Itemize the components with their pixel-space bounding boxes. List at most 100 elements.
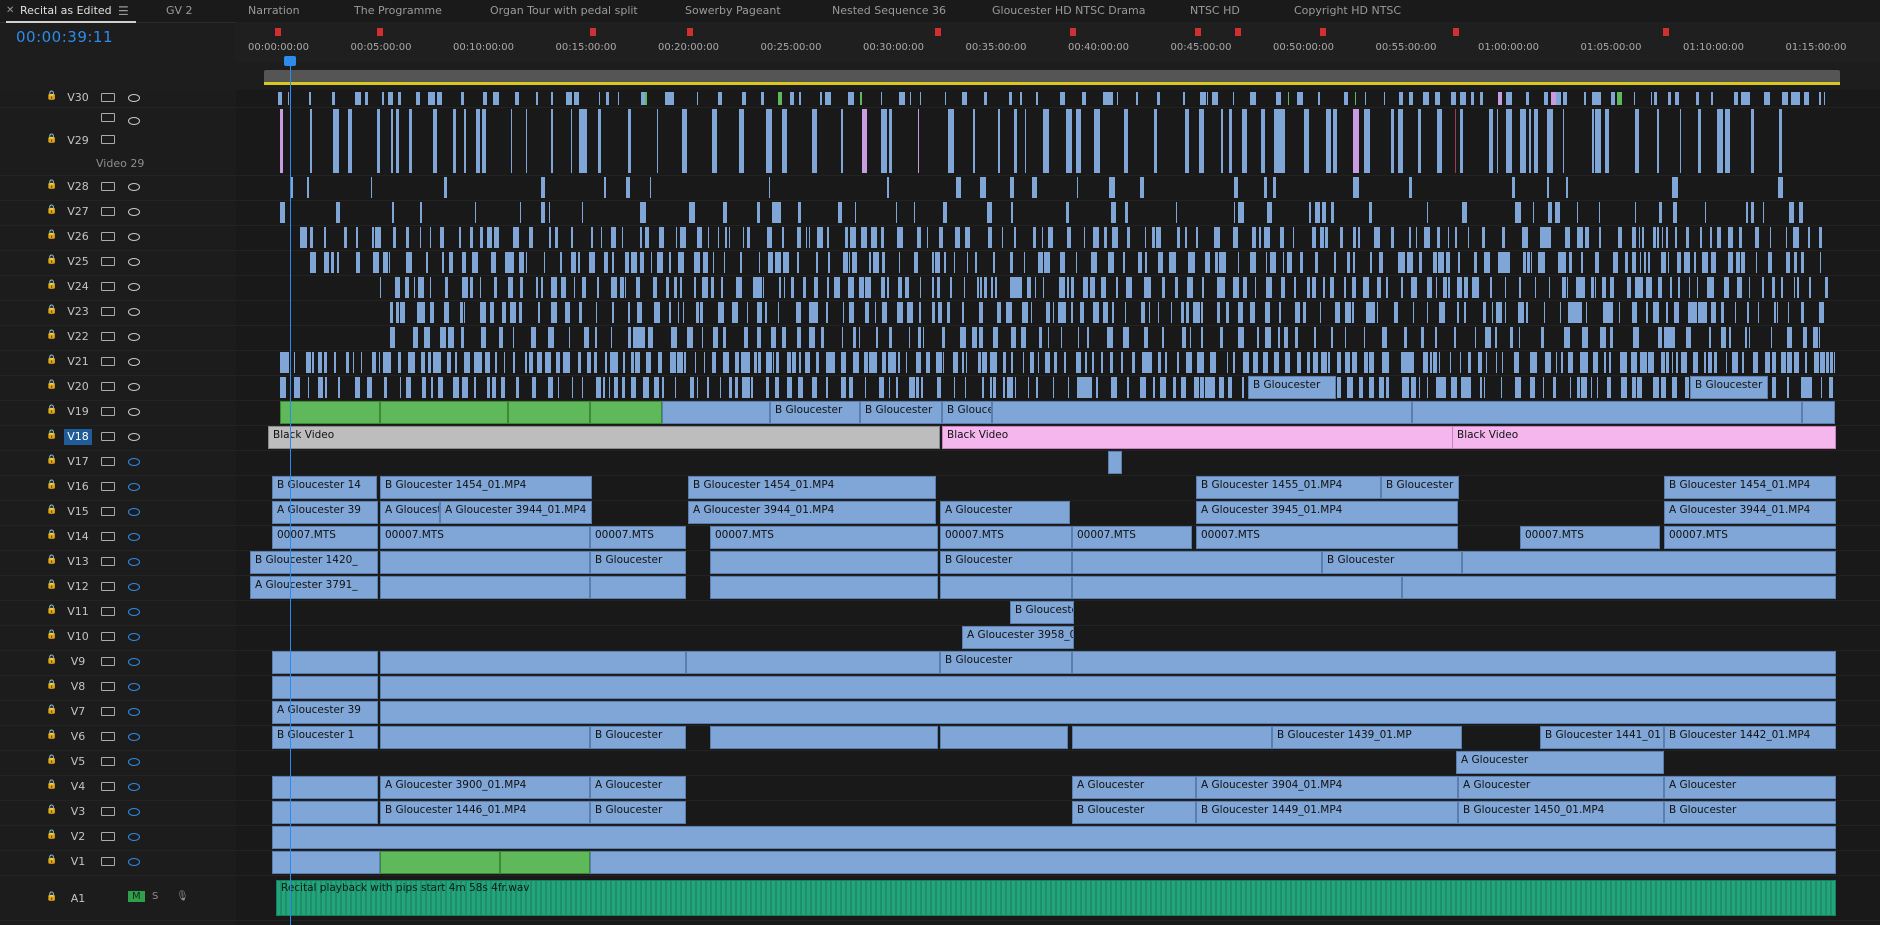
clip-sliver[interactable] xyxy=(943,202,948,223)
clip-sliver[interactable] xyxy=(1127,227,1131,248)
clip-sliver[interactable] xyxy=(1634,92,1636,105)
clip-sliver[interactable] xyxy=(984,92,988,105)
timeline-clip[interactable]: A Gloucester xyxy=(1458,776,1664,799)
clip-sliver[interactable] xyxy=(625,277,627,298)
track-row-v3[interactable]: B Gloucester 1446_01.MP4 B Gloucester B Gl… xyxy=(236,800,1880,826)
clip-sliver[interactable] xyxy=(948,109,955,173)
clip-sliver[interactable] xyxy=(782,252,789,273)
clip-sliver[interactable] xyxy=(1455,109,1457,173)
track-row-v16[interactable]: B Gloucester 14 B Gloucester 1454_01.MP4 B… xyxy=(236,475,1880,501)
eye-hidden-icon[interactable] xyxy=(128,458,140,466)
clip-sliver[interactable] xyxy=(707,227,709,248)
clip-sliver[interactable] xyxy=(1526,92,1530,105)
clip-sliver[interactable] xyxy=(1343,277,1346,298)
clip-sliver[interactable] xyxy=(1129,277,1132,298)
clip-sliver[interactable] xyxy=(899,92,906,105)
track-row-v15[interactable]: A Gloucester 39A GloucesterA Gloucester … xyxy=(236,500,1880,526)
clip-sliver[interactable] xyxy=(1651,352,1654,373)
clip-sliver[interactable] xyxy=(1658,202,1662,223)
clip-sliver[interactable] xyxy=(1070,302,1073,323)
track-name[interactable]: V20 xyxy=(64,379,92,395)
timeline-clip[interactable] xyxy=(1108,451,1122,474)
eye-icon[interactable] xyxy=(128,358,140,366)
clip-sliver[interactable] xyxy=(776,352,780,373)
lock-icon[interactable]: 🔒 xyxy=(46,280,57,290)
clip-sliver[interactable] xyxy=(915,352,921,373)
clip-sliver[interactable] xyxy=(1181,327,1186,348)
clip-sliver[interactable] xyxy=(1409,92,1414,105)
clip-sliver[interactable] xyxy=(1553,377,1557,398)
clip-sliver[interactable] xyxy=(1808,277,1811,298)
clip-sliver[interactable] xyxy=(420,202,422,223)
clip-sliver[interactable] xyxy=(1253,352,1259,373)
clip-sliver[interactable] xyxy=(1250,92,1257,105)
clip-sliver[interactable] xyxy=(802,277,806,298)
clip-sliver[interactable] xyxy=(767,252,773,273)
clip-sliver[interactable] xyxy=(1632,227,1637,248)
clip-sliver[interactable] xyxy=(809,227,811,248)
clip-sliver[interactable] xyxy=(805,227,807,248)
clip-sliver[interactable] xyxy=(936,352,943,373)
clip-sliver[interactable] xyxy=(1358,377,1363,398)
clip-sliver[interactable] xyxy=(1520,109,1527,173)
timeline-clip[interactable]: B Gloucester 1455_01.MP4 xyxy=(1196,476,1381,499)
eye-hidden-icon[interactable] xyxy=(128,658,140,666)
clip-sliver[interactable] xyxy=(1108,252,1115,273)
track-row-v20[interactable]: B Gloucester B Gloucester xyxy=(236,375,1880,401)
clip-sliver[interactable] xyxy=(712,352,717,373)
clip-sliver[interactable] xyxy=(782,227,785,248)
close-tab-icon[interactable]: ✕ xyxy=(6,0,14,22)
clip-sliver[interactable] xyxy=(830,352,835,373)
clip-sliver[interactable] xyxy=(1303,302,1307,323)
timeline-clip[interactable]: B Gloucester 1454_01.MP4 xyxy=(688,476,936,499)
clip-sliver[interactable] xyxy=(1306,352,1310,373)
clip-sliver[interactable] xyxy=(1450,377,1457,398)
timeline-clip[interactable]: A Gloucester 39 xyxy=(272,701,378,724)
clip-sliver[interactable] xyxy=(1517,302,1524,323)
clip-sliver[interactable] xyxy=(1763,92,1770,105)
clip-sliver[interactable] xyxy=(775,377,780,398)
clip-sliver[interactable] xyxy=(1080,302,1085,323)
clip-sliver[interactable] xyxy=(944,92,946,105)
clip-sliver[interactable] xyxy=(996,302,1001,323)
track-header-v15[interactable]: 🔒 V15 xyxy=(0,500,236,526)
track-header-v20[interactable]: 🔒 V20 xyxy=(0,375,236,401)
clip-sliver[interactable] xyxy=(1334,252,1337,273)
sync-lock-icon[interactable] xyxy=(101,332,115,341)
clip-sliver[interactable] xyxy=(1596,377,1598,398)
clip-sliver[interactable] xyxy=(1470,92,1474,105)
clip-sliver[interactable] xyxy=(382,92,385,105)
clip-sliver[interactable] xyxy=(1671,177,1678,198)
clip-sliver[interactable] xyxy=(1284,352,1290,373)
clip-sliver[interactable] xyxy=(433,109,438,173)
clip-sliver[interactable] xyxy=(371,377,373,398)
clip-sliver[interactable] xyxy=(555,352,560,373)
track-name[interactable]: V11 xyxy=(64,604,92,620)
clip-sliver[interactable] xyxy=(1286,252,1292,273)
eye-icon[interactable] xyxy=(128,208,140,216)
lock-icon[interactable]: 🔒 xyxy=(46,892,57,902)
clip-sliver[interactable] xyxy=(852,327,856,348)
clip-sliver[interactable] xyxy=(812,109,818,173)
clip-sliver[interactable] xyxy=(1196,302,1200,323)
sync-lock-icon[interactable] xyxy=(101,582,115,591)
clip-sliver[interactable] xyxy=(491,252,496,273)
clip-sliver[interactable] xyxy=(932,302,936,323)
clip-sliver[interactable] xyxy=(423,327,430,348)
clip-sliver[interactable] xyxy=(1610,92,1615,105)
clip-sliver[interactable] xyxy=(1100,352,1103,373)
clip-sliver[interactable] xyxy=(1264,302,1270,323)
clip-sliver[interactable] xyxy=(1427,277,1433,298)
clip-sliver[interactable] xyxy=(309,227,313,248)
clip-sliver[interactable] xyxy=(1474,252,1478,273)
clip-sliver[interactable] xyxy=(548,327,555,348)
clip-sliver[interactable] xyxy=(1021,327,1027,348)
timeline-clip[interactable] xyxy=(686,651,940,674)
clip-sliver[interactable] xyxy=(1267,202,1273,223)
clip-sliver[interactable] xyxy=(843,302,845,323)
clip-sliver[interactable] xyxy=(809,327,816,348)
clip-sliver[interactable] xyxy=(1345,327,1347,348)
clip-sliver[interactable] xyxy=(1620,377,1627,398)
clip-sliver[interactable] xyxy=(1054,352,1058,373)
clip-sliver[interactable] xyxy=(1751,202,1755,223)
